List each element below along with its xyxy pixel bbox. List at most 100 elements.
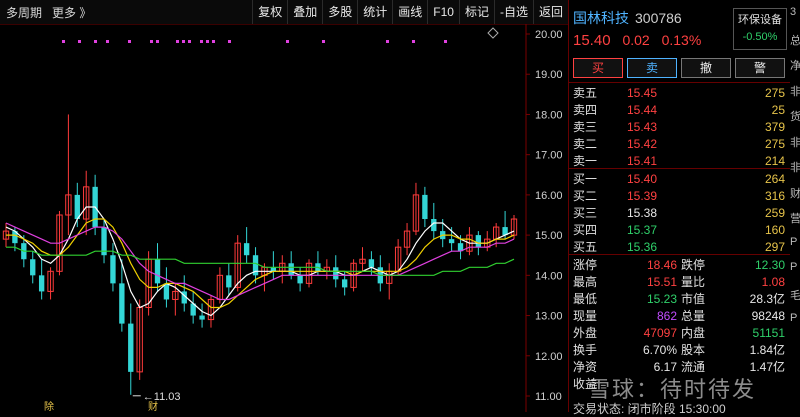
alert-button[interactable]: 警 xyxy=(735,58,785,78)
strip-char: 总 xyxy=(790,34,800,47)
event-marker-dot xyxy=(78,40,81,43)
stats-table: 涨停 18.46 跌停 12.30 最高 15.51 量比 1.08 最低 15.23 市值 28.3… xyxy=(571,256,787,392)
event-marker-dot xyxy=(200,40,203,43)
toolbar-button-8[interactable]: 返回 xyxy=(532,0,568,24)
stat-label xyxy=(679,375,719,392)
book-price: 15.39 xyxy=(627,188,658,203)
book-volume: 214 xyxy=(764,153,785,168)
candle-body xyxy=(333,267,339,280)
book-row[interactable]: 卖四 15.44 25 xyxy=(571,101,787,118)
book-row[interactable]: 卖一 15.41 214 xyxy=(571,152,787,169)
strip-char: 非 xyxy=(790,85,800,98)
sell-button[interactable]: 卖 xyxy=(627,58,677,78)
stat-label: 股本 xyxy=(681,343,706,357)
candle-body xyxy=(38,275,45,292)
toolbar-button-0[interactable]: 复权 xyxy=(252,0,287,24)
multi-period-button[interactable]: 多周期 xyxy=(6,4,42,21)
candle-body xyxy=(243,243,250,256)
y-tick-label: 19.00 xyxy=(535,69,563,81)
book-row[interactable]: 卖三 15.43 379 xyxy=(571,118,787,135)
toolbar-button-5[interactable]: F10 xyxy=(427,0,459,24)
y-tick-label: 12.00 xyxy=(535,351,563,363)
stat-label: 量比 xyxy=(681,275,706,289)
book-label: 买三 xyxy=(573,206,598,220)
toolbar-buttons: 复权 叠加 多股 统计 画线 F10 标记 -自选 返回 xyxy=(252,0,568,24)
ask-book: 卖五 15.45 275 卖四 15.44 25 卖三 15.43 379 卖二 15.42 275 卖… xyxy=(571,84,787,169)
stock-name[interactable]: 国林科技 xyxy=(573,10,629,26)
book-row[interactable]: 买四 15.37 160 xyxy=(571,221,787,238)
kline-svg[interactable]: 20.00 19.00 18.00 17.00 16.00 15.00 14.00 13.00… xyxy=(0,24,568,412)
book-price: 15.37 xyxy=(627,222,658,237)
y-tick-label: 14.00 xyxy=(535,270,563,282)
stat-value: 6.17 xyxy=(653,359,677,374)
toolbar-button-1[interactable]: 叠加 xyxy=(287,0,322,24)
stat-value: 28.3亿 xyxy=(749,292,785,306)
stat-value: 51151 xyxy=(752,325,785,340)
strip-char: 非 xyxy=(790,162,800,174)
book-label: 卖四 xyxy=(573,103,598,117)
stat-value: 1.84亿 xyxy=(749,343,785,357)
book-row[interactable]: 买一 15.40 264 xyxy=(571,170,787,187)
toolbar-button-2[interactable]: 多股 xyxy=(322,0,357,24)
sector-change: -0.50% xyxy=(742,31,778,43)
strip-char: 毛 xyxy=(790,289,800,302)
event-marker-dot xyxy=(412,40,415,43)
book-volume: 275 xyxy=(764,136,785,151)
book-row[interactable]: 买五 15.36 297 xyxy=(571,238,787,255)
event-marker-dot xyxy=(156,40,159,43)
current-price: 15.40 xyxy=(573,32,611,49)
stat-label: 最高 xyxy=(573,275,598,289)
stats-row: 收益 xyxy=(571,375,787,392)
stats-row: 现量 862 总量 98248 xyxy=(571,307,787,324)
event-marker-dot xyxy=(322,40,325,43)
diamond-icon xyxy=(487,27,499,39)
bottom-mark: 除 xyxy=(44,400,54,412)
strip-char: 净 xyxy=(790,60,800,72)
more-button[interactable]: 更多 》 xyxy=(52,4,91,21)
stats-row: 涨停 18.46 跌停 12.30 xyxy=(571,256,787,273)
book-row[interactable]: 买三 15.38 259 xyxy=(571,204,787,221)
chart-toolbar: 多周期 更多 》 复权 叠加 多股 统计 画线 F10 标记 -自选 返回 xyxy=(0,0,568,25)
stat-value: 6.70% xyxy=(642,342,677,357)
stat-value xyxy=(611,375,679,392)
toolbar-button-7[interactable]: -自选 xyxy=(493,0,533,24)
stat-label: 内盘 xyxy=(681,326,706,340)
candle-body xyxy=(154,259,161,284)
kline-chart[interactable]: 20.00 19.00 18.00 17.00 16.00 15.00 14.00 13.00… xyxy=(0,24,568,412)
book-price: 15.38 xyxy=(627,205,658,220)
stat-label: 流通 xyxy=(681,360,706,374)
y-tick-label: 18.00 xyxy=(535,109,563,121)
book-price: 15.43 xyxy=(627,119,658,134)
event-marker-dot xyxy=(106,40,109,43)
candle-body xyxy=(448,239,455,244)
event-marker-dot xyxy=(444,40,447,43)
buy-button[interactable]: 买 xyxy=(573,58,623,78)
toolbar-button-6[interactable]: 标记 xyxy=(458,0,494,24)
event-marker-dot xyxy=(286,40,289,43)
candle-body xyxy=(475,235,482,248)
book-label: 卖二 xyxy=(573,137,598,151)
y-tick-label: 15.00 xyxy=(535,230,563,242)
candle-body xyxy=(288,263,294,276)
stat-value: 12.30 xyxy=(754,257,785,272)
sector-box[interactable]: 环保设备 -0.50% xyxy=(733,8,787,50)
stat-value: 15.51 xyxy=(646,274,677,289)
strip-char: 非 xyxy=(790,136,800,149)
y-tick-label: 20.00 xyxy=(535,29,563,41)
book-row[interactable]: 卖五 15.45 275 xyxy=(571,84,787,101)
candle-body xyxy=(128,323,134,372)
stat-label: 市值 xyxy=(681,292,706,306)
candle-body xyxy=(110,255,116,284)
book-label: 卖五 xyxy=(573,86,598,100)
stat-value xyxy=(719,375,787,392)
divider xyxy=(569,82,791,83)
book-label: 买二 xyxy=(573,189,598,203)
ma-line xyxy=(5,222,515,301)
book-row[interactable]: 卖二 15.42 275 xyxy=(571,135,787,152)
book-price: 15.44 xyxy=(627,102,658,117)
book-row[interactable]: 买二 15.39 316 xyxy=(571,187,787,204)
candle-body xyxy=(30,259,36,276)
toolbar-button-4[interactable]: 画线 xyxy=(392,0,427,24)
toolbar-button-3[interactable]: 统计 xyxy=(357,0,392,24)
cancel-order-button[interactable]: 撤 xyxy=(681,58,731,78)
